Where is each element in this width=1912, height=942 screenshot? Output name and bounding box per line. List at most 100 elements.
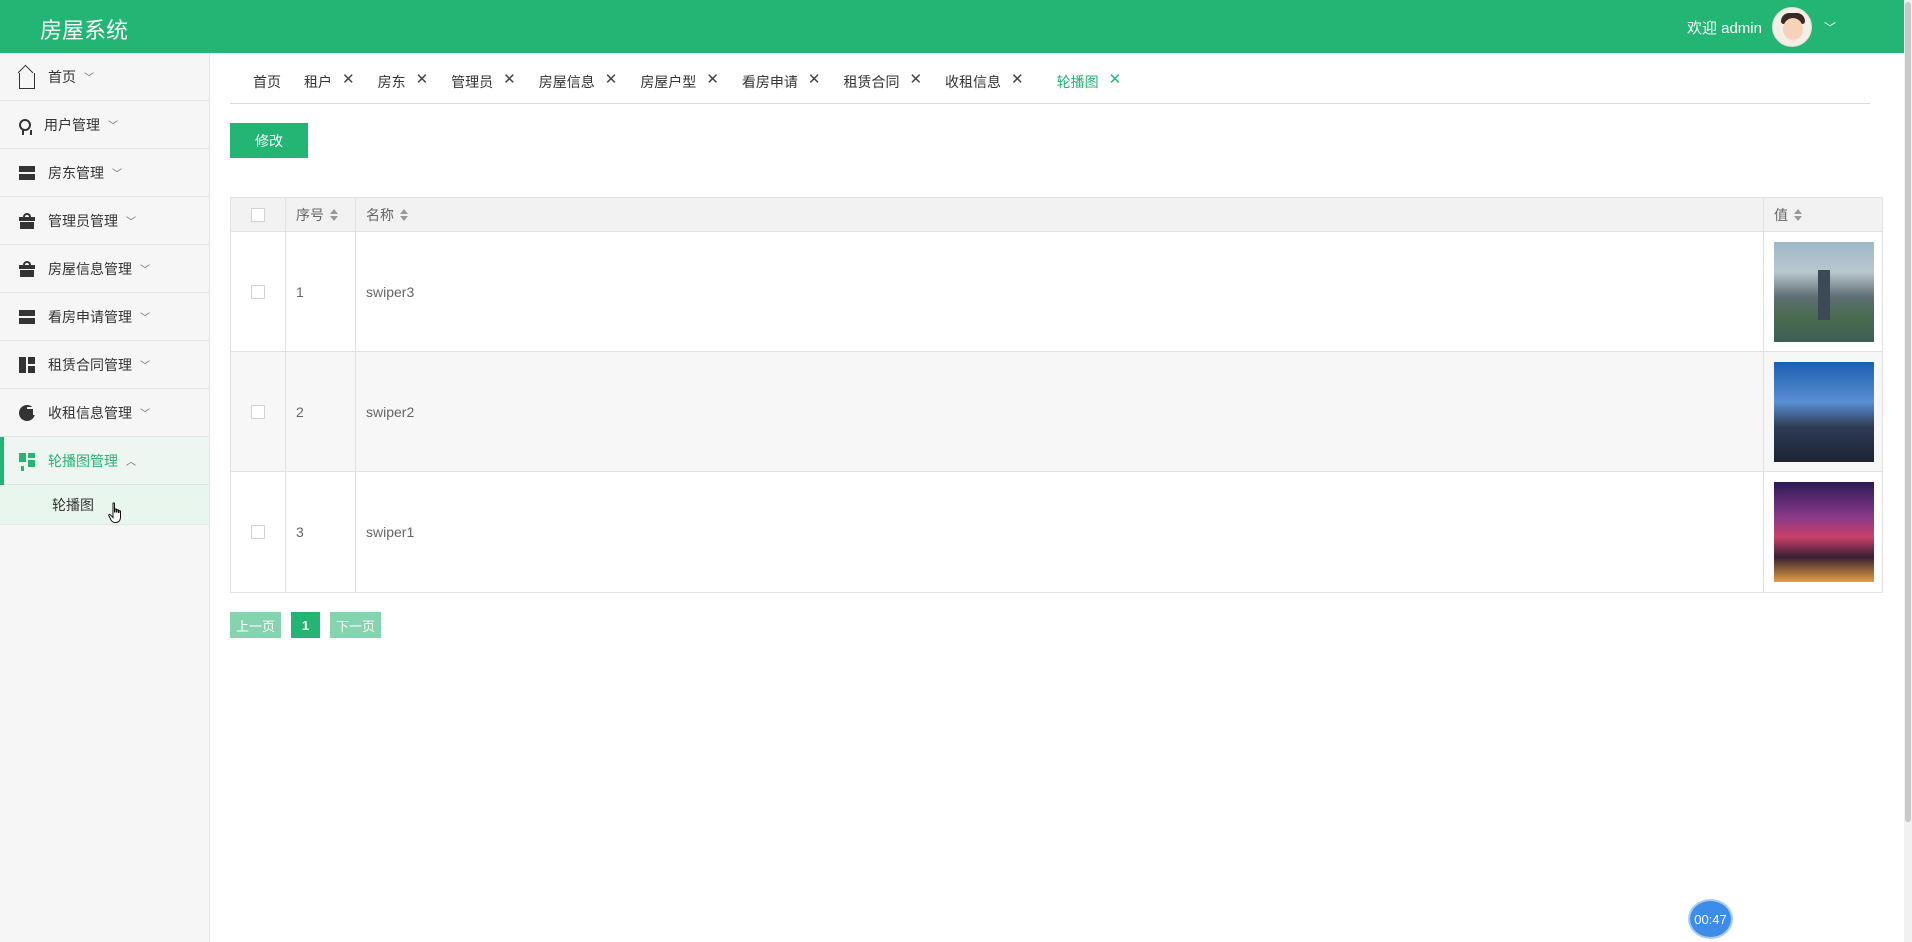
sidebar-subitem-carousel[interactable]: 轮播图 bbox=[0, 485, 209, 525]
sidebar-item-landlords[interactable]: 房东管理 ﹀ bbox=[0, 149, 209, 197]
close-icon[interactable]: ✕ bbox=[1109, 70, 1122, 88]
carousel-image-thumbnail[interactable] bbox=[1774, 241, 1874, 342]
tab-admins[interactable]: 管理员 ✕ bbox=[428, 61, 516, 103]
table-row[interactable]: 2 swiper2 bbox=[231, 352, 1882, 472]
close-icon[interactable]: ✕ bbox=[808, 70, 821, 88]
sidebar-item-house-info[interactable]: 房屋信息管理 ﹀ bbox=[0, 245, 209, 293]
pie-icon bbox=[19, 404, 35, 421]
chevron-up-icon: ︿ bbox=[126, 457, 136, 468]
chevron-down-icon: ﹀ bbox=[126, 217, 136, 228]
table-header: 序号 名称 值 bbox=[231, 198, 1882, 232]
sidebar-subitem-label: 轮播图 bbox=[52, 496, 94, 513]
next-page-button[interactable]: 下一页 bbox=[330, 612, 382, 638]
hand-cursor-icon bbox=[108, 502, 121, 523]
sidebar-item-label: 看房申请管理 bbox=[48, 308, 132, 325]
tab-label: 房屋信息 bbox=[538, 74, 595, 90]
sidebar-item-carousel[interactable]: 轮播图管理 ︿ bbox=[0, 437, 209, 485]
server-icon bbox=[19, 165, 35, 181]
tab-label: 轮播图 bbox=[1056, 74, 1099, 90]
sidebar-item-home[interactable]: 首页 ﹀ bbox=[0, 53, 209, 101]
close-icon[interactable]: ✕ bbox=[605, 70, 618, 88]
sidebar-item-label: 收租信息管理 bbox=[48, 404, 132, 421]
chevron-down-icon: ﹀ bbox=[140, 409, 150, 420]
sidebar-item-label: 用户管理 bbox=[44, 116, 100, 133]
top-header: 房屋系统 欢迎 admin ﹀ bbox=[0, 0, 1904, 53]
sidebar-item-contracts[interactable]: 租赁合同管理 ﹀ bbox=[0, 341, 209, 389]
sidebar-item-label: 租赁合同管理 bbox=[48, 356, 132, 373]
cell-name: swiper3 bbox=[356, 232, 1764, 351]
page-number-button[interactable]: 1 bbox=[291, 612, 321, 638]
table-row[interactable]: 1 swiper3 bbox=[231, 232, 1882, 352]
tab-bar: 首页 租户 ✕ 房东 ✕ 管理员 ✕ 房屋信息 ✕ 房屋户型 ✕ 看房申请 ✕ 租赁合同 ✕ … bbox=[230, 62, 1870, 104]
gift-icon bbox=[19, 212, 35, 229]
close-icon[interactable]: ✕ bbox=[416, 70, 429, 88]
tab-house-type[interactable]: 房屋户型 ✕ bbox=[617, 61, 719, 103]
sidebar-item-rent[interactable]: 收租信息管理 ﹀ bbox=[0, 389, 209, 437]
cell-index: 3 bbox=[286, 472, 356, 592]
close-icon[interactable]: ✕ bbox=[909, 70, 922, 88]
edit-button[interactable]: 修改 bbox=[230, 123, 308, 158]
row-checkbox[interactable] bbox=[251, 404, 265, 419]
app-title: 房屋系统 bbox=[40, 18, 129, 43]
sidebar-item-label: 管理员管理 bbox=[48, 212, 118, 229]
column-header-index[interactable]: 序号 bbox=[286, 198, 356, 231]
user-menu[interactable]: 欢迎 admin ﹀ bbox=[1686, 7, 1836, 47]
sidebar-item-label: 首页 bbox=[48, 68, 76, 85]
timer-badge[interactable]: 00:47 bbox=[1688, 899, 1733, 939]
tab-label: 收租信息 bbox=[945, 74, 1002, 90]
tab-house-info[interactable]: 房屋信息 ✕ bbox=[516, 61, 618, 103]
close-icon[interactable]: ✕ bbox=[1011, 70, 1024, 88]
row-checkbox[interactable] bbox=[251, 525, 265, 539]
row-checkbox[interactable] bbox=[251, 284, 265, 299]
medal-icon bbox=[19, 118, 32, 135]
sort-icon[interactable] bbox=[1794, 208, 1802, 221]
chevron-down-icon: ﹀ bbox=[140, 361, 150, 372]
sidebar-item-users[interactable]: 用户管理 ﹀ bbox=[0, 101, 209, 149]
tab-contracts[interactable]: 租赁合同 ✕ bbox=[820, 61, 922, 103]
cell-index: 2 bbox=[286, 352, 356, 471]
carousel-image-thumbnail[interactable] bbox=[1774, 361, 1874, 462]
sidebar-item-label: 房屋信息管理 bbox=[48, 260, 132, 277]
tab-home[interactable]: 首页 bbox=[230, 61, 281, 103]
tab-label: 租户 bbox=[304, 74, 332, 90]
sidebar-item-label: 轮播图管理 bbox=[48, 452, 118, 469]
chevron-down-icon[interactable]: ﹀ bbox=[1824, 19, 1836, 36]
prev-page-button[interactable]: 上一页 bbox=[230, 612, 282, 638]
sidebar: 首页 ﹀ 用户管理 ﹀ 房东管理 ﹀ 管理员管理 ﹀ 房屋信息管理 ﹀ 看房申请… bbox=[0, 53, 210, 942]
cell-name: swiper1 bbox=[356, 472, 1764, 592]
avatar[interactable] bbox=[1771, 7, 1812, 47]
sort-icon[interactable] bbox=[400, 208, 408, 221]
close-icon[interactable]: ✕ bbox=[706, 70, 719, 88]
sidebar-item-viewing[interactable]: 看房申请管理 ﹀ bbox=[0, 293, 209, 341]
tab-label: 租赁合同 bbox=[843, 74, 900, 90]
tab-landlords[interactable]: 房东 ✕ bbox=[355, 61, 429, 103]
dashboard-icon bbox=[19, 452, 35, 469]
close-icon[interactable]: ✕ bbox=[342, 70, 355, 88]
table-row[interactable]: 3 swiper1 bbox=[231, 472, 1882, 592]
sort-icon[interactable] bbox=[330, 208, 338, 221]
sidebar-item-admins[interactable]: 管理员管理 ﹀ bbox=[0, 197, 209, 245]
select-all-checkbox[interactable] bbox=[251, 207, 265, 222]
cell-index: 1 bbox=[286, 232, 356, 351]
column-header-value[interactable]: 值 bbox=[1764, 198, 1882, 231]
cell-name: swiper2 bbox=[356, 352, 1764, 471]
carousel-image-thumbnail[interactable] bbox=[1774, 482, 1874, 582]
tab-rent[interactable]: 收租信息 ✕ bbox=[922, 61, 1024, 103]
close-icon[interactable]: ✕ bbox=[503, 70, 516, 88]
column-header-name[interactable]: 名称 bbox=[356, 198, 1764, 231]
tab-label: 首页 bbox=[253, 74, 281, 90]
welcome-text: 欢迎 admin bbox=[1686, 19, 1762, 37]
tab-label: 房东 bbox=[377, 74, 406, 90]
tab-carousel[interactable]: 轮播图 ✕ bbox=[1024, 61, 1122, 103]
home-icon bbox=[19, 72, 35, 89]
carousel-table: 序号 名称 值 1 swiper3 2 swiper2 3 swiper1 bbox=[230, 197, 1883, 593]
sidebar-item-label: 房东管理 bbox=[48, 164, 104, 181]
chevron-down-icon: ﹀ bbox=[108, 121, 118, 132]
tab-tenants[interactable]: 租户 ✕ bbox=[281, 61, 355, 103]
vertical-scrollbar[interactable] bbox=[1904, 0, 1912, 942]
server-icon bbox=[19, 309, 35, 325]
tab-viewing[interactable]: 看房申请 ✕ bbox=[719, 61, 821, 103]
tab-label: 管理员 bbox=[451, 74, 494, 90]
chevron-down-icon: ﹀ bbox=[140, 313, 150, 324]
chevron-down-icon: ﹀ bbox=[140, 265, 150, 276]
